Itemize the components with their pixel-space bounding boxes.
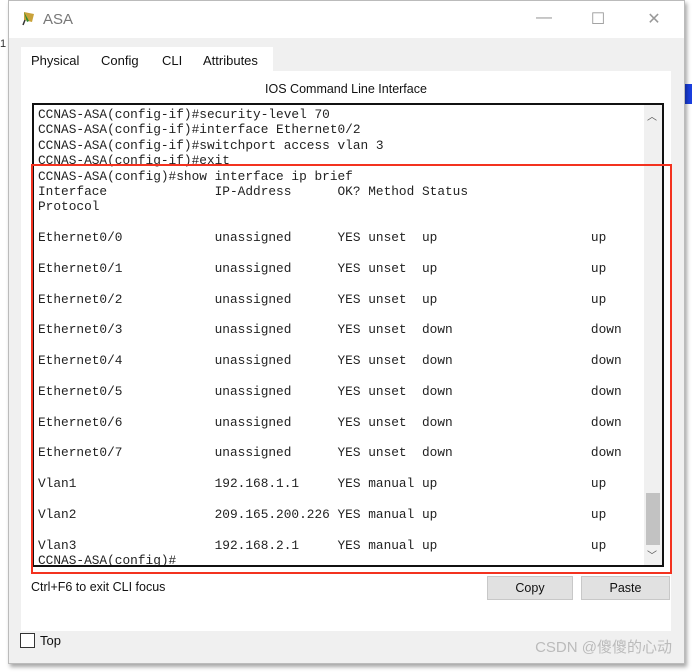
top-label: Top xyxy=(40,633,61,648)
tab-cli[interactable]: CLI xyxy=(157,53,187,74)
background-element xyxy=(684,84,692,104)
asa-window: ASA — ☐ ✕ Physical Config CLI Attributes… xyxy=(8,0,685,664)
paste-button[interactable]: Paste xyxy=(581,576,670,600)
top-checkbox[interactable] xyxy=(20,633,35,648)
highlight-box xyxy=(31,164,672,574)
terminal-line: CCNAS-ASA(config-if)#switchport access v… xyxy=(38,137,384,153)
minimize-button[interactable]: — xyxy=(529,9,559,27)
background-text: 1 xyxy=(0,38,7,50)
window-title: ASA xyxy=(43,11,74,28)
maximize-button[interactable]: ☐ xyxy=(583,9,613,29)
tab-physical[interactable]: Physical xyxy=(31,53,79,68)
terminal-line: CCNAS-ASA(config-if)#interface Ethernet0… xyxy=(38,122,361,138)
tab-bar: Physical Config CLI Attributes xyxy=(21,47,273,74)
tab-attributes[interactable]: Attributes xyxy=(203,53,258,68)
title-bar: ASA — ☐ ✕ xyxy=(9,1,684,38)
copy-button[interactable]: Copy xyxy=(487,576,573,600)
tab-config[interactable]: Config xyxy=(101,53,139,68)
panel-title: IOS Command Line Interface xyxy=(265,82,427,96)
scroll-up-icon[interactable]: ︿ xyxy=(647,108,657,123)
watermark: CSDN @傻傻的心动 xyxy=(535,639,672,656)
close-button[interactable]: ✕ xyxy=(639,9,669,29)
cli-focus-hint: Ctrl+F6 to exit CLI focus xyxy=(31,580,166,594)
terminal-line: CCNAS-ASA(config-if)#security-level 70 xyxy=(38,107,330,122)
cli-panel: IOS Command Line Interface CCNAS-ASA(con… xyxy=(21,71,672,631)
device-icon xyxy=(22,12,34,26)
